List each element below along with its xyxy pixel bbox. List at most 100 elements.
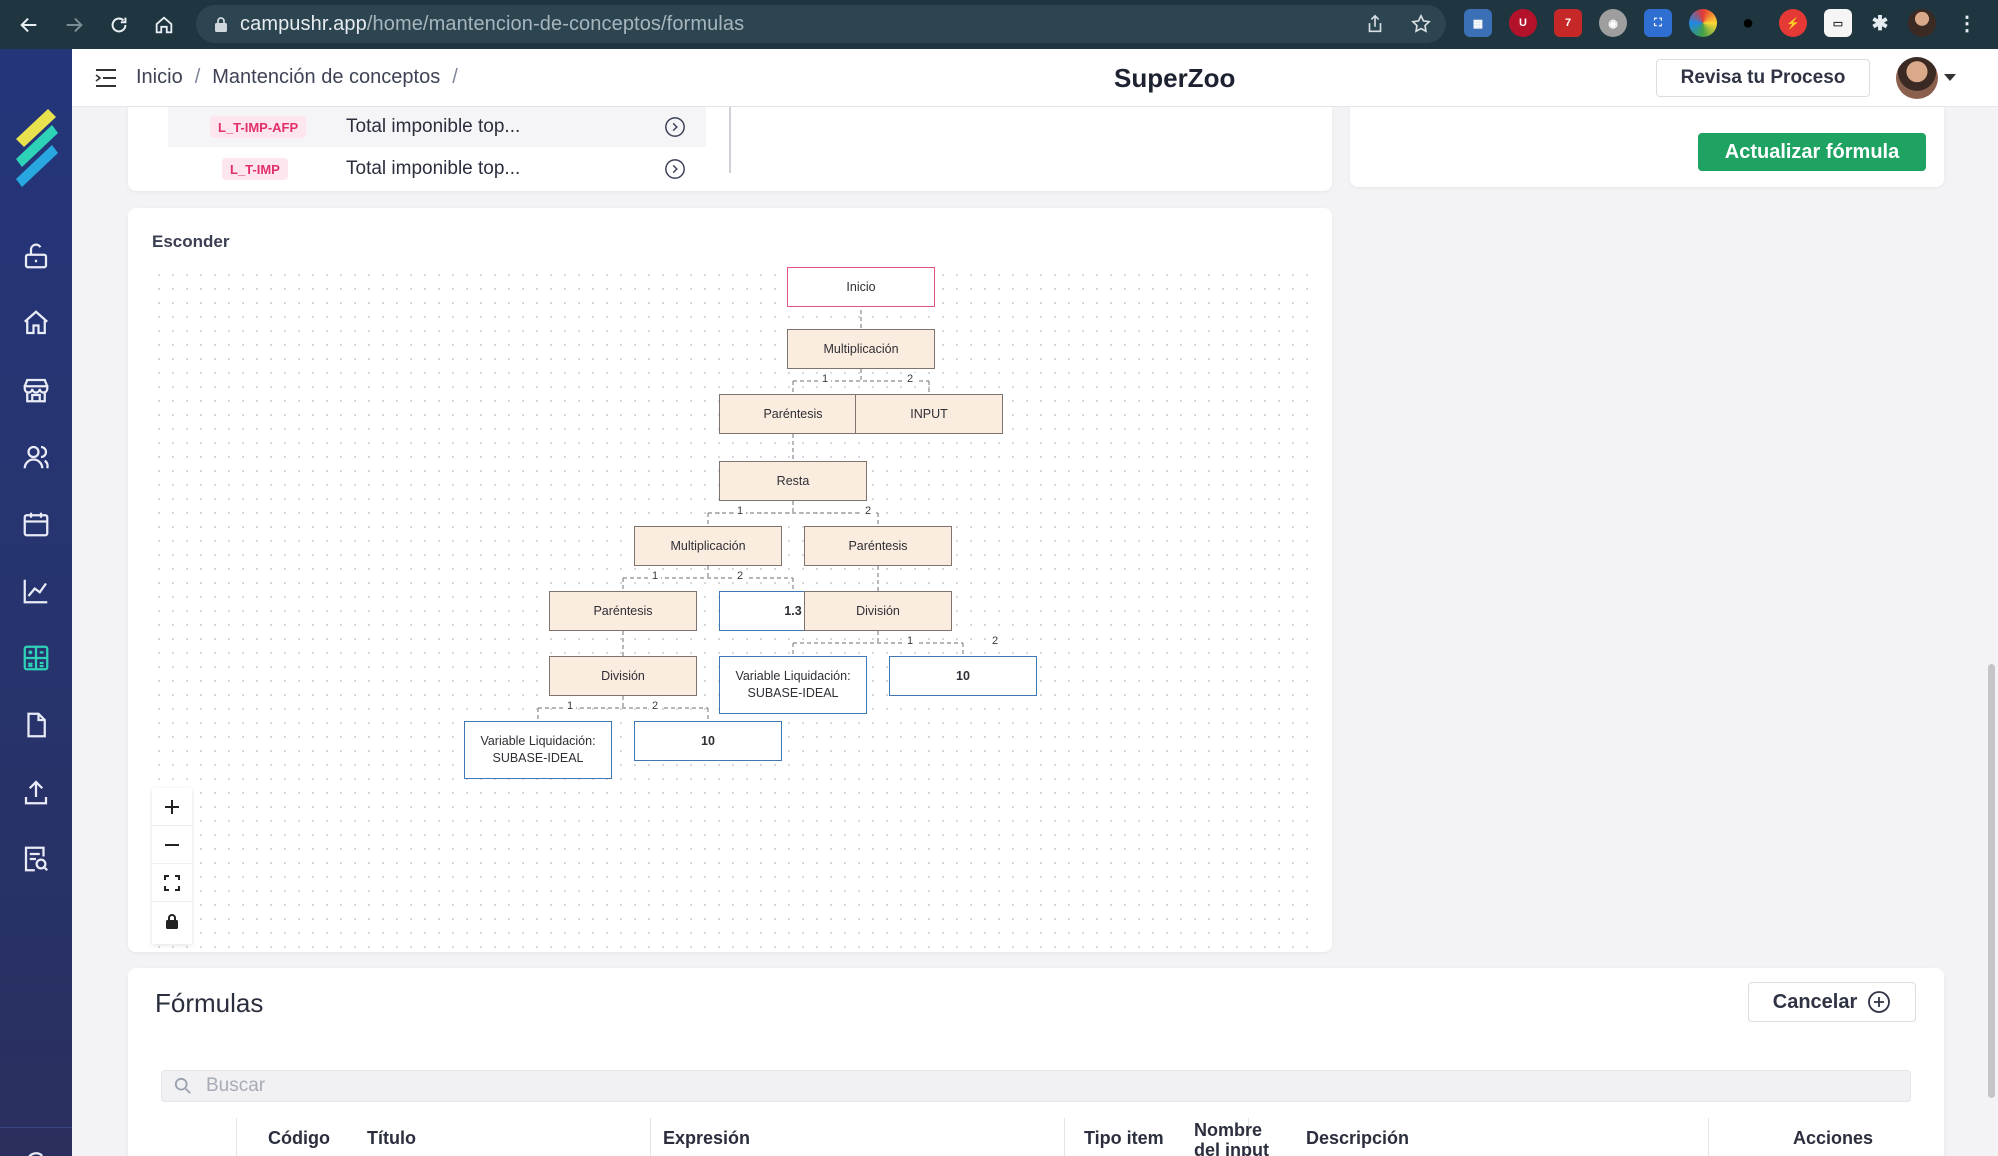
column-divider bbox=[1708, 1118, 1709, 1156]
ublock-icon[interactable]: U bbox=[1509, 9, 1537, 37]
profile-icon[interactable] bbox=[1908, 9, 1936, 37]
column-header-descripcion[interactable]: Descripción bbox=[1306, 1128, 1409, 1149]
puzzle-extensions-icon[interactable]: ✱ bbox=[1866, 9, 1894, 37]
extension-badge-icon[interactable]: 7 bbox=[1554, 9, 1582, 37]
tree-node-division[interactable]: División bbox=[549, 656, 697, 696]
tree-canvas[interactable]: Inicio Multiplicación Paréntesis INPUT R… bbox=[152, 267, 1308, 948]
app-logo-icon[interactable] bbox=[12, 109, 60, 187]
column-header-expresion[interactable]: Expresión bbox=[663, 1128, 750, 1149]
edge-label: 1 bbox=[649, 570, 662, 582]
menu-toggle-icon[interactable] bbox=[94, 67, 118, 89]
unlock-icon[interactable] bbox=[21, 241, 51, 271]
extension-icon[interactable]: ▦ bbox=[1464, 9, 1492, 37]
search-icon bbox=[174, 1077, 191, 1094]
update-formula-button[interactable]: Actualizar fórmula bbox=[1698, 133, 1926, 171]
screenshot-extension-icon[interactable]: ⛶ bbox=[1644, 9, 1672, 37]
section-title: Fórmulas bbox=[155, 988, 264, 1018]
avatar[interactable] bbox=[1896, 57, 1938, 99]
column-header-acciones: Acciones bbox=[1793, 1128, 1874, 1148]
cancel-button[interactable]: Cancelar bbox=[1748, 982, 1916, 1022]
calendar-icon[interactable] bbox=[21, 509, 51, 539]
variable-label: Variable Liquidación: bbox=[480, 734, 596, 749]
concept-title: Total imponible top... bbox=[346, 116, 521, 137]
browser-toolbar: campushr.app/home/mantencion-de-concepto… bbox=[0, 0, 1998, 49]
concepts-list-card: L_T-IMP-AFP Total imponible top... L_T-I… bbox=[128, 107, 1332, 191]
home-icon[interactable] bbox=[21, 308, 51, 338]
lock-icon[interactable] bbox=[152, 902, 192, 940]
column-divider bbox=[1064, 1118, 1065, 1156]
breadcrumb-item-mantencion[interactable]: Mantención de conceptos bbox=[212, 66, 440, 89]
extension-icon[interactable]: ● bbox=[1734, 9, 1762, 37]
column-divider bbox=[236, 1118, 237, 1156]
list-item[interactable]: L_T-IMP-AFP Total imponible top... bbox=[168, 107, 706, 147]
extension-icon[interactable]: ▭ bbox=[1824, 9, 1852, 37]
reload-icon[interactable] bbox=[103, 9, 135, 41]
formula-editor-card: Actualizar fórmula bbox=[1350, 107, 1944, 187]
kebab-menu-icon[interactable]: ⋮ bbox=[1953, 9, 1981, 37]
tree-node-multiplicacion[interactable]: Multiplicación bbox=[787, 329, 935, 369]
column-header-titulo[interactable]: Título bbox=[367, 1128, 416, 1149]
code-tag: L_T-IMP-AFP bbox=[210, 116, 307, 138]
tree-node-parentesis[interactable]: Paréntesis bbox=[549, 591, 697, 631]
users-icon[interactable] bbox=[21, 442, 51, 472]
home-icon[interactable] bbox=[148, 9, 180, 41]
forward-icon[interactable] bbox=[58, 9, 90, 41]
report-search-icon[interactable] bbox=[21, 844, 51, 874]
list-item[interactable]: L_T-IMP Total imponible top... bbox=[168, 149, 706, 189]
column-header-codigo[interactable]: Código bbox=[268, 1128, 330, 1149]
breadcrumb-separator: / bbox=[452, 66, 458, 88]
tree-node-inicio[interactable]: Inicio bbox=[787, 267, 935, 307]
tree-node-resta[interactable]: Resta bbox=[719, 461, 867, 501]
share-icon[interactable] bbox=[1364, 13, 1386, 35]
arrow-circle-right-icon[interactable] bbox=[664, 158, 686, 180]
column-header-tipo-item[interactable]: Tipo item bbox=[1084, 1128, 1164, 1149]
page-scrollbar[interactable] bbox=[1988, 664, 1995, 1098]
zoom-in-icon[interactable] bbox=[152, 788, 192, 826]
column-header-nombre-input[interactable]: Nombre del input bbox=[1194, 1120, 1274, 1156]
color-extension-icon[interactable] bbox=[1689, 9, 1717, 37]
bookmark-star-icon[interactable] bbox=[1410, 13, 1432, 35]
rail-divider bbox=[0, 1127, 72, 1128]
code-tag: L_T-IMP bbox=[222, 158, 288, 180]
tree-node-number[interactable]: 10 bbox=[634, 721, 782, 761]
document-icon[interactable] bbox=[21, 710, 51, 740]
edge-label: 1 bbox=[734, 505, 747, 517]
chart-icon[interactable] bbox=[21, 576, 51, 606]
logout-icon[interactable] bbox=[21, 1147, 51, 1156]
edge-label: 1 bbox=[819, 373, 832, 385]
chevron-down-icon[interactable] bbox=[1944, 74, 1956, 81]
breadcrumb-separator: / bbox=[194, 66, 201, 88]
tree-node-parentesis[interactable]: Paréntesis bbox=[804, 526, 952, 566]
tree-node-multiplicacion[interactable]: Multiplicación bbox=[634, 526, 782, 566]
extension-icon[interactable]: ⚡ bbox=[1779, 9, 1807, 37]
extension-icon[interactable]: ◉ bbox=[1599, 9, 1627, 37]
hide-tree-link[interactable]: Esconder bbox=[152, 232, 229, 252]
breadcrumb: Inicio / Mantención de conceptos / bbox=[136, 66, 458, 89]
company-title: SuperZoo bbox=[1114, 63, 1236, 93]
search-input[interactable] bbox=[206, 1075, 1806, 1097]
review-process-button[interactable]: Revisa tu Proceso bbox=[1656, 59, 1870, 97]
tree-controls bbox=[152, 788, 192, 944]
calculator-icon[interactable] bbox=[21, 643, 51, 673]
edge-label: 2 bbox=[862, 505, 875, 517]
tree-node-input[interactable]: INPUT bbox=[855, 394, 1003, 434]
upload-icon[interactable] bbox=[21, 777, 51, 807]
divider bbox=[729, 107, 731, 173]
tree-node-number[interactable]: 10 bbox=[889, 656, 1037, 696]
formula-tree-card: Esconder Inicio Multiplicación Paréntesi… bbox=[128, 208, 1332, 952]
store-icon[interactable] bbox=[21, 375, 51, 405]
address-bar[interactable]: campushr.app/home/mantencion-de-concepto… bbox=[196, 5, 1446, 43]
variable-code: SUBASE-IDEAL bbox=[492, 751, 584, 765]
tree-node-variable[interactable]: Variable Liquidación: SUBASE-IDEAL bbox=[464, 721, 612, 779]
zoom-out-icon[interactable] bbox=[152, 826, 192, 864]
tree-node-parentesis[interactable]: Paréntesis bbox=[719, 394, 867, 434]
breadcrumb-item-inicio[interactable]: Inicio bbox=[136, 66, 183, 89]
tree-node-division[interactable]: División bbox=[804, 591, 952, 631]
tree-node-variable[interactable]: Variable Liquidación: SUBASE-IDEAL bbox=[719, 656, 867, 714]
arrow-circle-right-icon[interactable] bbox=[664, 116, 686, 138]
fit-view-icon[interactable] bbox=[152, 864, 192, 902]
edge-label: 2 bbox=[904, 373, 917, 385]
edge-label: 2 bbox=[734, 570, 747, 582]
back-icon[interactable] bbox=[13, 9, 45, 41]
app-header: Inicio / Mantención de conceptos / Super… bbox=[72, 49, 1998, 107]
